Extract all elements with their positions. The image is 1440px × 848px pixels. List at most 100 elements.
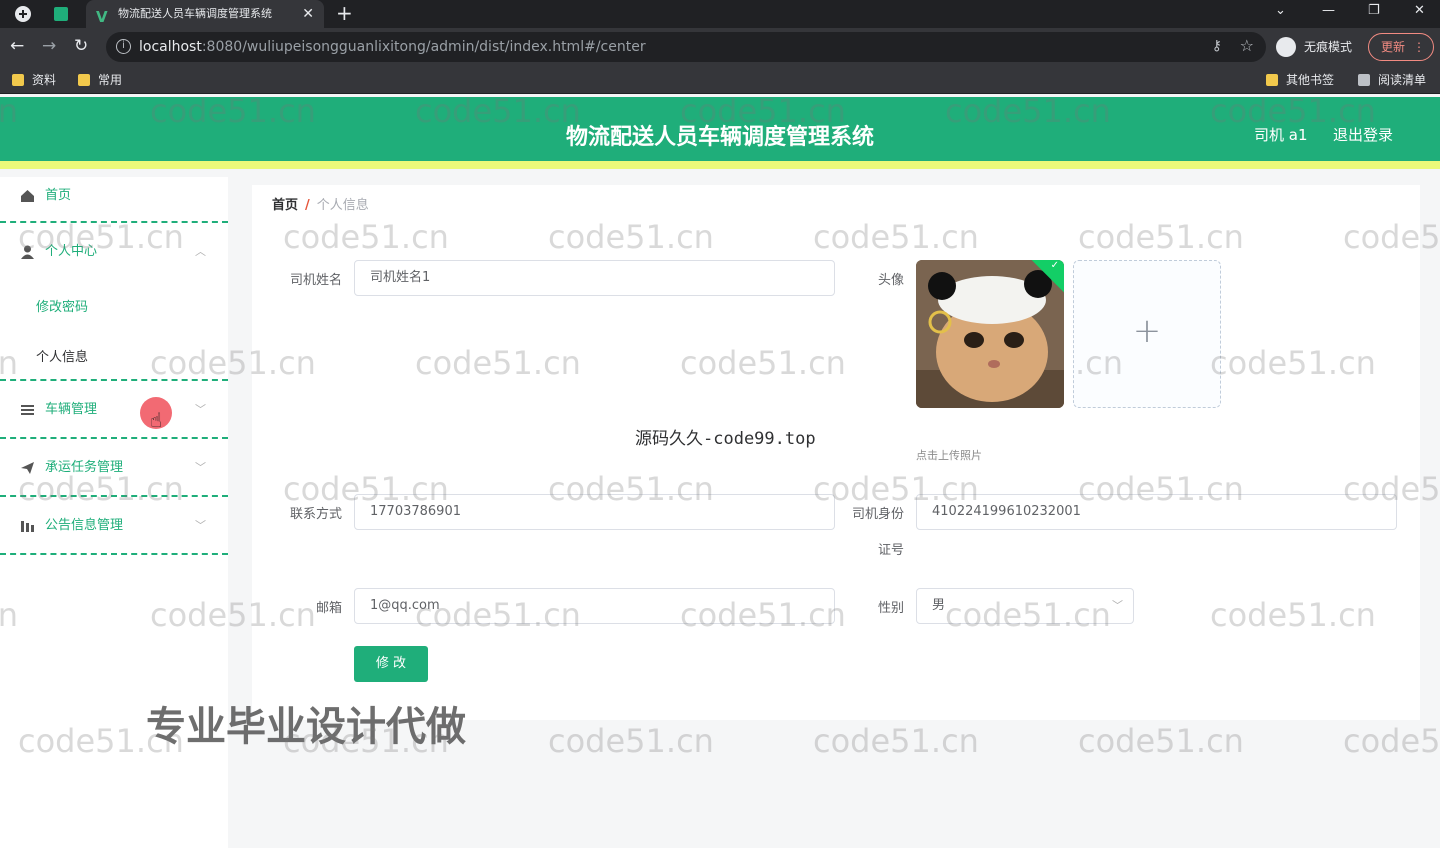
watermark: code51.cn	[150, 344, 316, 382]
watermark: code51.cn	[548, 218, 714, 256]
chart-bars-icon	[21, 521, 34, 532]
watermark: code51.cn	[548, 722, 714, 760]
watermark: .cn	[0, 92, 19, 130]
breadcrumb-current: 个人信息	[316, 198, 369, 213]
breadcrumb: 首页 / 个人信息	[272, 194, 369, 213]
home-icon	[21, 190, 34, 202]
watermark: code51.cn	[415, 344, 581, 382]
chevron-down-icon: ﹀	[1112, 599, 1123, 612]
tab-title: 物流配送人员车辆调度管理系统	[118, 7, 272, 20]
watermark: code51.cn	[1210, 344, 1376, 382]
watermark: code51.cn	[283, 722, 449, 760]
gender-label: 性别	[877, 601, 904, 616]
list-icon	[21, 405, 34, 415]
update-button[interactable]: 更新 ⋮	[1368, 33, 1434, 61]
breadcrumb-separator: /	[305, 198, 310, 213]
upload-button[interactable]: +	[1073, 260, 1221, 408]
close-window-button[interactable]: ✕	[1414, 0, 1425, 22]
chevron-down-icon: ﹀	[195, 461, 206, 474]
vue-logo-icon: V	[96, 8, 108, 26]
watermark: code51.cn	[415, 596, 581, 634]
watermark: .cn	[1075, 344, 1124, 382]
browser-menu-icon[interactable]	[14, 5, 32, 23]
url-bar[interactable]: i localhost:8080/wuliupeisongguanlixiton…	[106, 32, 1266, 62]
watermark: code51.cn	[415, 92, 581, 130]
sidebar-item-personal-info[interactable]: 个人信息	[36, 346, 88, 365]
watermark: code51.cn	[18, 722, 184, 760]
bookmarks-bar: 资料 常用 其他书签 阅读清单	[0, 66, 1440, 94]
app-favicon-icon[interactable]	[52, 5, 70, 23]
hand-cursor-icon: ☝	[150, 408, 163, 432]
name-label: 司机姓名	[289, 273, 342, 288]
update-button[interactable]: 修 改	[354, 646, 428, 682]
watermark: code51.cn	[283, 218, 449, 256]
watermark: .cn	[0, 344, 19, 382]
folder-icon	[12, 74, 24, 86]
incognito-icon	[1276, 37, 1296, 57]
chevron-up-icon: ︿	[195, 245, 206, 258]
password-key-icon[interactable]: ⚷	[1212, 38, 1222, 54]
name-input[interactable]: 司机姓名1	[354, 260, 835, 296]
watermark: code51.cn	[680, 344, 846, 382]
watermark: code51.cn	[1078, 722, 1244, 760]
watermark: code51.cn	[1343, 218, 1440, 256]
watermark: code51.cn	[1210, 92, 1376, 130]
watermark: code51.cn	[945, 596, 1111, 634]
folder-icon	[1266, 74, 1278, 86]
back-icon[interactable]: ←	[10, 36, 24, 56]
divider	[0, 553, 228, 555]
url-text[interactable]: localhost:8080/wuliupeisongguanlixitong/…	[139, 39, 646, 55]
watermark: code51.cn	[1210, 596, 1376, 634]
site-info-icon[interactable]: i	[116, 39, 131, 54]
watermark: code51.cn	[18, 470, 184, 508]
browser-tab-strip: V 物流配送人员车辆调度管理系统 ✕ + ⌄ — ❐ ✕	[0, 0, 1440, 28]
watermark: code51.cn	[283, 470, 449, 508]
other-bookmarks[interactable]: 其他书签	[1266, 72, 1334, 88]
tab-close-icon[interactable]: ✕	[302, 0, 314, 28]
tab-active[interactable]: V 物流配送人员车辆调度管理系统 ✕	[86, 0, 324, 28]
watermark: code51.cn	[813, 722, 979, 760]
watermark: code51.cn	[945, 92, 1111, 130]
chevron-down-icon: ﹀	[195, 403, 206, 416]
idcard-label-line2: 证号	[877, 543, 904, 558]
reload-icon[interactable]: ↻	[74, 36, 88, 56]
breadcrumb-home[interactable]: 首页	[272, 198, 298, 213]
watermark: code51.cn	[680, 92, 846, 130]
cat-photo	[916, 260, 1064, 408]
avatar-label: 头像	[877, 273, 904, 288]
watermark: code51.cn	[1343, 470, 1440, 508]
watermark: .cn	[0, 596, 19, 634]
watermark: code51.cn	[1078, 470, 1244, 508]
bookmark-star-icon[interactable]: ☆	[1240, 36, 1254, 55]
watermark: code51.cn	[1343, 722, 1440, 760]
sidebar-item-change-password[interactable]: 修改密码	[36, 296, 88, 315]
sidebar-item-vehicle[interactable]: 车辆管理 ﹀	[0, 390, 228, 430]
watermark: code51.cn	[18, 218, 184, 256]
sidebar-item-notices[interactable]: 公告信息管理 ﹀	[0, 506, 228, 546]
sidebar-item-home[interactable]: 首页	[0, 176, 228, 216]
address-toolbar: ← → ↻ i localhost:8080/wuliupeisongguanl…	[0, 28, 1440, 66]
avatar-image[interactable]: ✓	[916, 260, 1064, 408]
restore-button[interactable]: ❐	[1368, 0, 1380, 22]
reading-list-icon	[1358, 74, 1370, 86]
incognito-indicator[interactable]: 无痕模式	[1276, 34, 1352, 60]
kebab-menu-icon[interactable]: ⋮	[1413, 34, 1425, 60]
bookmark-folder[interactable]: 常用	[78, 72, 122, 88]
forward-icon[interactable]: →	[42, 36, 56, 56]
watermark: code51.cn	[548, 470, 714, 508]
watermark: code51.cn	[813, 218, 979, 256]
watermark: code51.cn	[150, 92, 316, 130]
watermark: code51.cn	[680, 596, 846, 634]
new-tab-button[interactable]: +	[336, 0, 353, 26]
chevron-down-icon: ﹀	[195, 519, 206, 532]
folder-icon	[78, 74, 90, 86]
check-icon: ✓	[1050, 260, 1059, 271]
bookmark-folder[interactable]: 资料	[12, 72, 56, 88]
watermark: code51.cn	[1078, 218, 1244, 256]
minimize-button[interactable]: —	[1322, 0, 1335, 22]
watermark: code51.cn	[150, 596, 316, 634]
watermark: code51.cn	[813, 470, 979, 508]
tab-search-icon[interactable]: ⌄	[1275, 0, 1286, 22]
reading-list[interactable]: 阅读清单	[1358, 72, 1426, 88]
overlay-note: 源码久久-code99.top	[635, 429, 816, 449]
